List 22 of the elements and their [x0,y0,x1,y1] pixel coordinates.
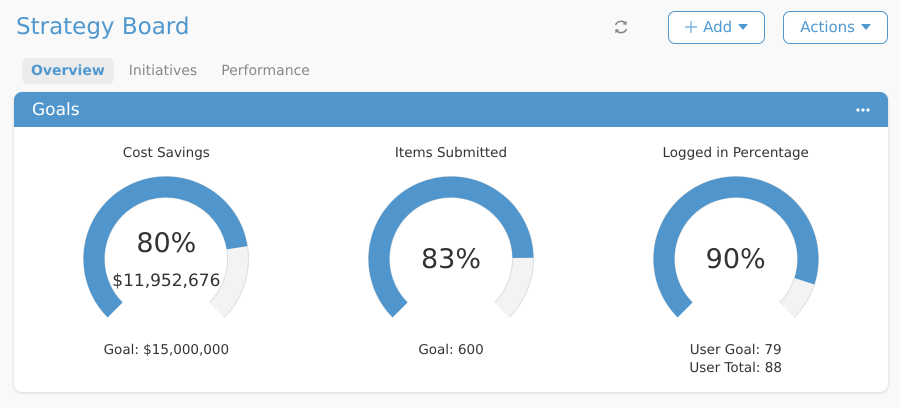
tab[interactable]: Initiatives [120,58,206,84]
caret-icon [861,24,871,30]
panel-title: Goals [32,100,80,120]
more-icon[interactable] [856,108,870,112]
gauge-title: Items Submitted [394,145,508,161]
gauge-detail: Goal: 600 [418,341,484,359]
gauge-title: Cost Savings [122,145,210,161]
gauge-percent: 83% [420,244,481,274]
gauge-detail: User Goal: 79 [690,341,782,359]
gauge-percent: 80% [136,228,196,258]
plus-icon [685,21,698,33]
gauge-title: Logged in Percentage [662,145,809,161]
gauge-percent: 90% [706,244,766,274]
tab[interactable]: Performance [212,58,319,84]
gauge-detail: User Total: 88 [689,359,782,377]
page-title: Strategy Board [16,14,190,40]
tab[interactable]: Overview [22,58,114,84]
caret-icon [738,24,748,30]
gauge-value: $11,952,676 [112,270,220,290]
actions-button[interactable]: Actions [783,10,888,44]
gauge-detail: Goal: $15,000,000 [104,341,230,359]
add-button[interactable]: Add [668,10,766,44]
